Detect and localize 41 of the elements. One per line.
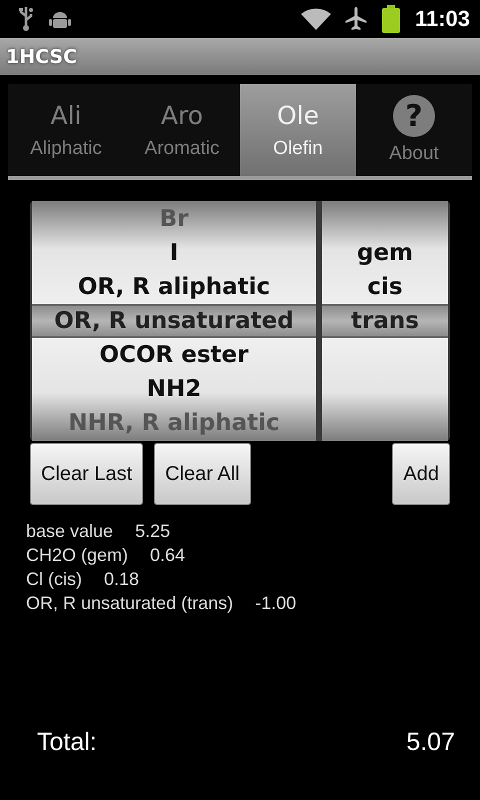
picker-item[interactable]: cis [322, 270, 448, 304]
result-label: OR, R unsaturated (trans) [26, 592, 234, 614]
total-value: 5.07 [406, 728, 455, 757]
tab[interactable]: Aro Aromatic [124, 84, 240, 176]
result-value: 5.25 [135, 520, 170, 542]
action-button[interactable]: Add [392, 443, 450, 505]
picker-item[interactable]: OR, R aliphatic [32, 270, 316, 304]
battery-icon [380, 5, 401, 33]
result-value: 0.18 [104, 568, 140, 590]
tab[interactable]: Ole Olefin [240, 84, 356, 176]
picker-item[interactable]: gem [322, 236, 448, 270]
usb-icon [18, 6, 34, 32]
picker-item[interactable]: I [32, 236, 316, 270]
tab[interactable]: ? About [356, 84, 472, 176]
picker-item[interactable]: NH2 [32, 372, 316, 406]
action-button[interactable]: Clear All [154, 443, 251, 505]
action-button[interactable]: Clear Last [30, 443, 144, 505]
picker-wheel[interactable]: gem cis trans [322, 201, 448, 441]
tab-label: About [389, 143, 439, 165]
picker-item[interactable]: OR, R unsaturated [32, 304, 316, 338]
airplane-icon [344, 6, 367, 32]
result-label: base value [26, 520, 114, 542]
picker-item[interactable]: OCOR ester [32, 338, 316, 372]
window-title: 1HCSC [6, 46, 78, 68]
clock-time: 11:03 [414, 6, 470, 32]
result-value: -1.00 [255, 592, 296, 614]
tab-icon: Ole [276, 100, 319, 132]
help-icon: ? [393, 95, 435, 137]
tab-icon: Aro [160, 100, 204, 132]
total-label: Total: [37, 728, 97, 757]
tab-icon: Ali [50, 100, 82, 132]
tab[interactable]: Ali Aliphatic [8, 84, 124, 176]
picker-wheel[interactable]: Br I OR, R aliphatic OR, R unsaturated OCOR ester NH2 NHR, R aliphatic [32, 201, 316, 441]
result-label: Cl (cis) [26, 568, 82, 590]
tab-label: Olefin [273, 138, 323, 160]
result-label: CH2O (gem) [26, 544, 128, 566]
wifi-icon [300, 7, 331, 31]
picker-item[interactable]: trans [322, 304, 448, 338]
tab-label: Aromatic [144, 138, 220, 160]
tab-label: Aliphatic [30, 138, 102, 160]
result-value: 0.64 [150, 544, 186, 566]
